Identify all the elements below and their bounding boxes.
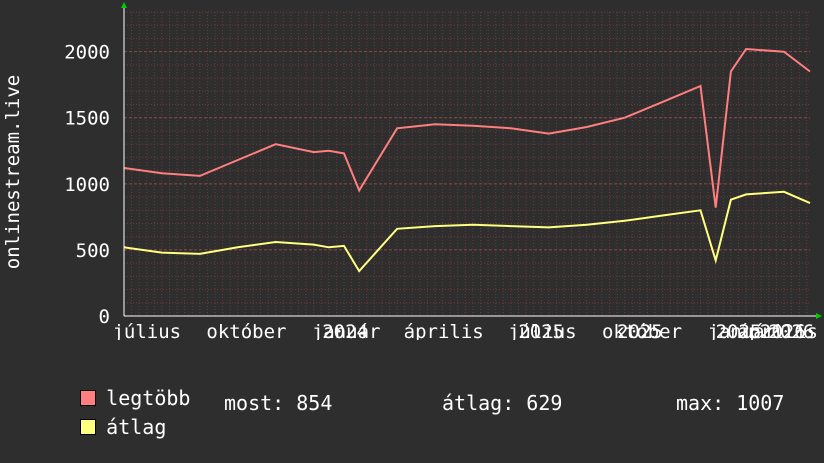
stat-current: most: 854 bbox=[224, 391, 333, 415]
x-tick-label: október bbox=[206, 321, 286, 340]
y-tick-label: 1500 bbox=[64, 108, 110, 130]
x-tick-label: január bbox=[312, 321, 381, 340]
legend-label-avg: átlag bbox=[106, 415, 167, 439]
x-tick-label: április bbox=[404, 321, 484, 340]
line-chart: 0 500 1000 1500 2000 onlinestream.live július o… bbox=[2, 2, 822, 340]
x-tick-label: július bbox=[508, 321, 577, 340]
x-tick-label: 2026 bbox=[769, 321, 815, 340]
y-tick-label: 2000 bbox=[64, 42, 110, 64]
y-axis-label: onlinestream.live bbox=[2, 75, 24, 269]
y-tick-label: 1000 bbox=[64, 174, 110, 196]
stat-average: átlag: 629 bbox=[442, 391, 563, 415]
x-axis-arrow bbox=[816, 313, 822, 319]
chart-panel: 0 500 1000 1500 2000 onlinestream.live július o… bbox=[0, 0, 824, 439]
legend-swatch-avg bbox=[80, 419, 97, 435]
legend-item-avg: átlag bbox=[32, 391, 166, 463]
y-tick-label: 0 bbox=[99, 306, 110, 328]
stat-maximum: max: 1007 bbox=[676, 391, 785, 415]
x-tick-label: július bbox=[112, 321, 181, 340]
y-axis-arrow bbox=[121, 2, 127, 8]
x-tick-label: október bbox=[602, 321, 682, 340]
y-tick-label: 500 bbox=[76, 240, 110, 262]
